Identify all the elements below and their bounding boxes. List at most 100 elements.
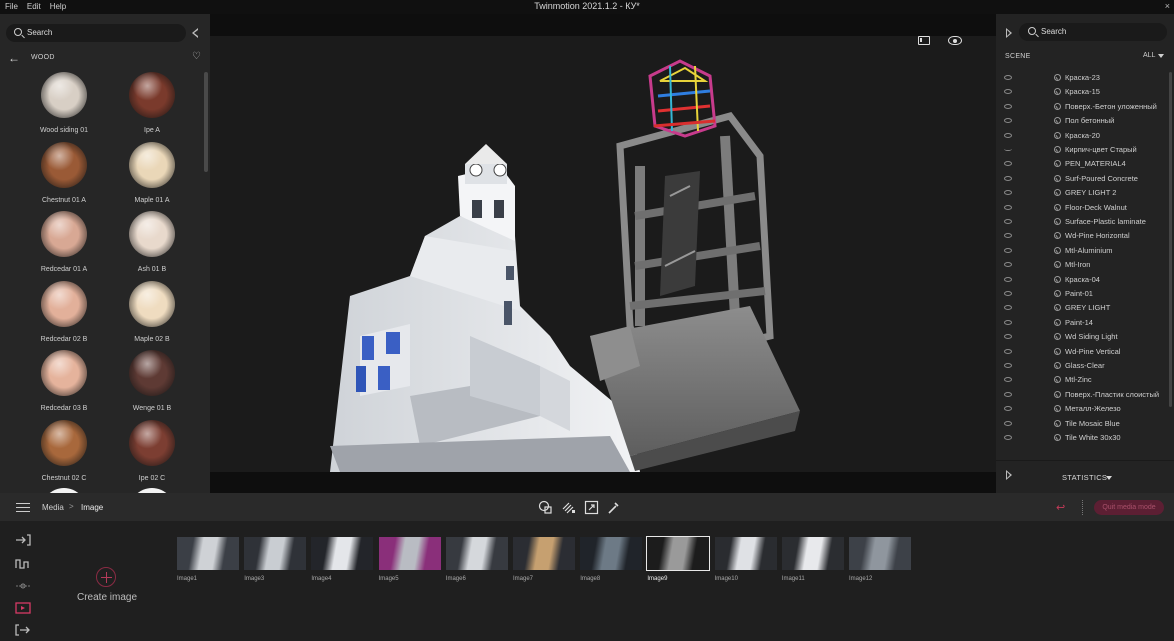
library-scrollbar[interactable]	[204, 72, 208, 172]
close-window-button[interactable]: ×	[1165, 1, 1170, 11]
material-tile[interactable]: Redcedar 02 B	[14, 280, 114, 343]
eye-icon[interactable]	[1004, 233, 1012, 239]
image-thumbnail[interactable]	[244, 537, 307, 570]
scene-material-row[interactable]: Glass-Clear	[996, 360, 1168, 374]
material-tile[interactable]: Ash 01 B	[102, 211, 202, 273]
image-thumbnail[interactable]	[646, 536, 711, 571]
image-thumbnail[interactable]	[849, 537, 911, 570]
eye-icon[interactable]	[1004, 175, 1012, 181]
import-icon[interactable]	[15, 534, 31, 546]
scene-render[interactable]	[210, 36, 996, 472]
viewport[interactable]	[210, 14, 996, 493]
arrow-left-icon[interactable]: ←	[8, 51, 20, 65]
eye-icon[interactable]	[1004, 291, 1012, 296]
eye-icon[interactable]	[1004, 420, 1012, 426]
create-image-button[interactable]	[96, 567, 116, 587]
scene-material-row[interactable]: Поверх.-Пластик слоистый	[996, 389, 1168, 403]
material-tile[interactable]: Wenge 01 B	[102, 350, 202, 412]
create-image-label[interactable]: Create image	[77, 592, 137, 603]
scene-material-row[interactable]: GREY LIGHT	[996, 302, 1168, 316]
scene-material-row[interactable]: Поверх.-Бетон уложенный	[996, 101, 1168, 115]
eye-icon[interactable]	[1004, 132, 1012, 138]
export-icon[interactable]	[15, 624, 31, 636]
library-search-input[interactable]: Search	[6, 24, 186, 42]
eye-icon[interactable]	[1004, 103, 1012, 109]
image-thumbnail[interactable]	[445, 537, 508, 570]
eye-icon[interactable]	[1004, 319, 1012, 325]
chevron-down-icon[interactable]	[1106, 476, 1112, 480]
scene-material-row[interactable]: Пол бетонный	[996, 115, 1168, 129]
material-tile[interactable]: Maple 01 A	[102, 141, 202, 204]
eye-icon[interactable]	[1004, 247, 1012, 253]
scene-material-row[interactable]: Wd Siding Light	[996, 331, 1168, 345]
eye-closed-icon[interactable]	[1004, 147, 1012, 151]
eye-icon[interactable]	[1004, 391, 1012, 397]
scene-material-row[interactable]: Mtl-Iron	[996, 259, 1168, 273]
chevron-down-icon[interactable]	[1158, 54, 1164, 58]
material-tile[interactable]: Ipe 02 C	[102, 419, 202, 482]
breadcrumb-media[interactable]: Media	[42, 503, 64, 512]
scene-material-row[interactable]: Floor-Deck Walnut	[996, 202, 1168, 216]
eye-icon[interactable]	[948, 36, 962, 45]
material-tile[interactable]: Chestnut 02 C	[14, 419, 114, 482]
eye-icon[interactable]	[1004, 75, 1012, 80]
image-media-icon[interactable]	[15, 602, 31, 614]
eye-icon[interactable]	[1004, 348, 1012, 354]
eye-icon[interactable]	[1004, 305, 1012, 311]
eye-icon[interactable]	[1004, 377, 1012, 383]
scene-scrollbar[interactable]	[1169, 72, 1172, 407]
eye-icon[interactable]	[1004, 204, 1012, 210]
image-thumbnail[interactable]	[378, 537, 441, 570]
scene-material-row[interactable]: Металл-Железо	[996, 403, 1168, 417]
scene-material-row[interactable]: Surf-Poured Concrete	[996, 173, 1168, 187]
material-tile[interactable]: Redcedar 03 B	[14, 350, 114, 412]
scene-material-row[interactable]: Кирпич-цвет Старый	[996, 144, 1168, 158]
scene-material-row[interactable]: Wd-Pine Vertical	[996, 346, 1168, 360]
hamburger-icon[interactable]	[16, 503, 30, 513]
material-tile[interactable]: Redcedar 01 A	[14, 211, 114, 273]
quit-media-mode-button[interactable]: Quit media mode	[1094, 500, 1164, 515]
image-thumbnail[interactable]	[580, 537, 643, 570]
scene-material-row[interactable]: Paint-14	[996, 317, 1168, 331]
eye-icon[interactable]	[1004, 161, 1012, 167]
scene-material-row[interactable]: Paint-01	[996, 288, 1168, 302]
undo-icon[interactable]: ↩	[1056, 501, 1065, 514]
scene-material-row[interactable]: Mtl-Aluminium	[996, 245, 1168, 259]
scene-material-row[interactable]: Краска-04	[996, 274, 1168, 288]
scene-material-row[interactable]: GREY LIGHT 2	[996, 187, 1168, 201]
scene-material-row[interactable]: Краска-15	[996, 86, 1168, 100]
scene-material-row[interactable]: Краска-23	[996, 72, 1168, 86]
material-tile[interactable]: Maple 02 B	[102, 280, 202, 343]
path-icon[interactable]	[15, 557, 31, 569]
statistics-dropdown[interactable]: STATISTICS	[1062, 473, 1107, 482]
eye-icon[interactable]	[1004, 276, 1012, 282]
eye-icon[interactable]	[1004, 89, 1012, 95]
resize-icon[interactable]	[584, 500, 599, 515]
scene-material-row[interactable]: Surface-Plastic laminate	[996, 216, 1168, 230]
material-tile[interactable]: Ipe A	[102, 72, 202, 134]
image-thumbnail[interactable]	[714, 537, 777, 570]
panorama-icon[interactable]	[15, 580, 31, 592]
material-tile[interactable]: Wood siding 01	[14, 72, 114, 134]
scene-search-input[interactable]: Search	[1019, 23, 1167, 41]
eye-icon[interactable]	[1004, 190, 1012, 196]
select-shapes-icon[interactable]	[538, 500, 553, 515]
scene-material-row[interactable]: PEN_MATERIAL4	[996, 158, 1168, 172]
image-thumbnail[interactable]	[311, 537, 374, 570]
image-thumbnail[interactable]	[177, 537, 239, 570]
eye-icon[interactable]	[1004, 219, 1012, 224]
eye-icon[interactable]	[1004, 406, 1012, 412]
scene-material-row[interactable]: Tile Mosaic Blue	[996, 418, 1168, 432]
eye-icon[interactable]	[1004, 118, 1012, 124]
scene-filter-dropdown[interactable]: ALL	[1143, 52, 1155, 59]
image-thumbnail[interactable]	[513, 537, 575, 570]
paint-pattern-icon[interactable]	[561, 500, 576, 515]
scene-material-row[interactable]: Wd-Pine Horizontal	[996, 230, 1168, 244]
eye-icon[interactable]	[1004, 334, 1012, 340]
frame-icon[interactable]	[918, 36, 930, 45]
eye-icon[interactable]	[1004, 363, 1012, 368]
eye-icon[interactable]	[1004, 262, 1012, 268]
eyedropper-icon[interactable]	[606, 500, 621, 515]
scene-material-row[interactable]: Краска-20	[996, 130, 1168, 144]
scene-material-row[interactable]: Mtl-Zinc	[996, 374, 1168, 388]
